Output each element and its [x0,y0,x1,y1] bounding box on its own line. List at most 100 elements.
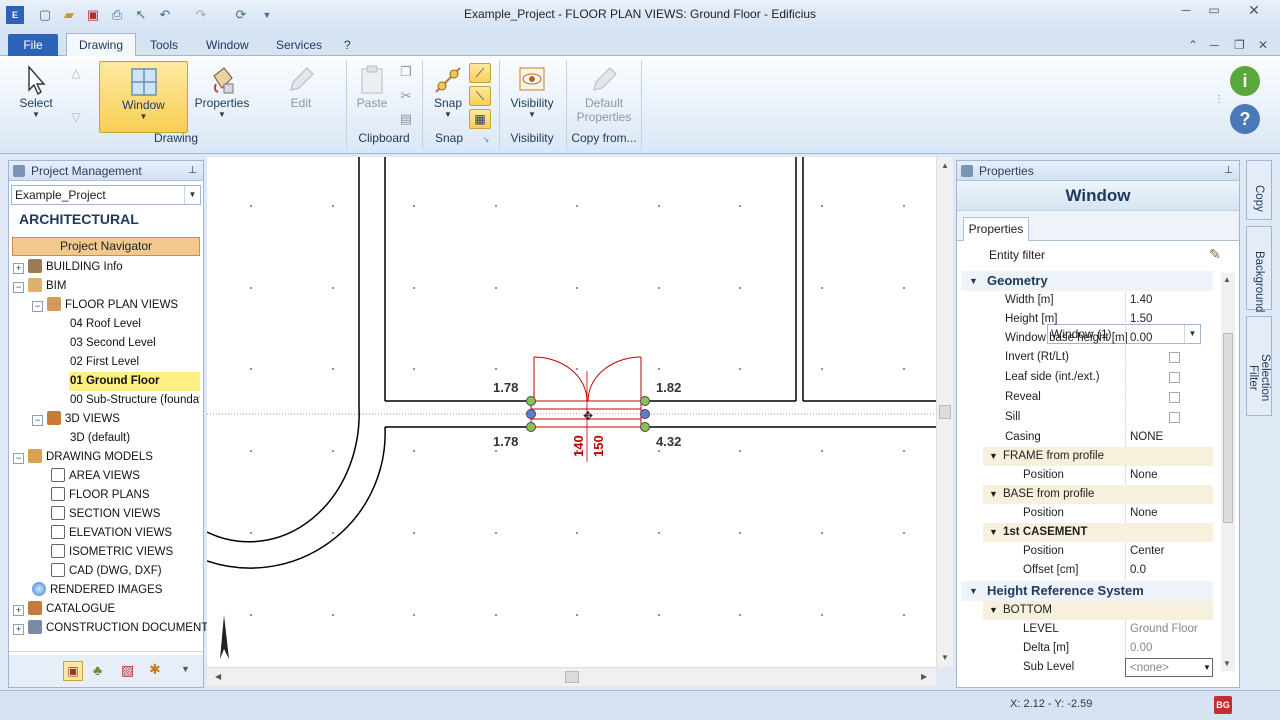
subsection-base[interactable]: ▼ BASE from profile [983,485,1213,504]
mdi-restore-icon[interactable]: ❐ [1226,34,1253,56]
filter-edit-icon[interactable]: ✎ [1209,246,1221,263]
prop-delta[interactable]: Delta [m] 0.00 [959,639,1211,658]
tree-item-floor-plans[interactable]: FLOOR PLANS [51,486,150,505]
maximize-button[interactable]: ▭ [1200,1,1228,19]
scroll-up-icon[interactable]: △ [66,66,86,80]
prop-value[interactable]: None [1125,466,1213,485]
collapse-icon[interactable]: − [32,415,43,426]
collapse-arrow-icon[interactable]: ▼ [989,601,998,620]
collapse-icon[interactable]: − [32,301,43,312]
floor-plan-drawing[interactable]: ✥ 1.78 1.82 1.78 4.32 140 150 [207,157,936,667]
prop-offset[interactable]: Offset [cm] 0.0 [959,561,1211,580]
tree-item-rendered-images[interactable]: RENDERED IMAGES [32,581,162,600]
window-grips[interactable]: ✥ [526,396,650,432]
scroll-down-arrow-icon[interactable]: ▼ [1223,659,1231,668]
tree-item-bim[interactable]: − BIM [13,277,66,296]
collapse-arrow-icon[interactable]: ▼ [969,271,978,291]
prop-casement-position[interactable]: Position Center [959,542,1211,561]
pin-icon[interactable]: ⊥ [1224,161,1233,181]
visibility-button[interactable]: Visibility ▼ [504,64,560,119]
tree-item-second-level[interactable]: 03 Second Level [70,334,156,353]
default-properties-button[interactable]: Default Properties [572,64,636,124]
chevron-down-icon[interactable]: ▼ [184,186,200,204]
tree-item-construction-documents[interactable]: + CONSTRUCTION DOCUMENTS [13,619,216,638]
leaf-side-checkbox[interactable] [1169,372,1180,383]
prop-leaf-side[interactable]: Leaf side (int./ext.) [959,368,1211,387]
expand-icon[interactable]: + [13,263,24,274]
help-icon[interactable]: ? [1230,104,1260,134]
prop-sub-level[interactable]: Sub Level <none> ▼ [959,658,1213,677]
snap-midpoint-toggle[interactable]: ⟍ [469,86,491,106]
tab-file[interactable]: File [8,34,58,56]
tab-help[interactable]: ? [336,34,359,56]
settings-tool-icon[interactable]: ✱ [149,661,161,678]
scroll-up-arrow-icon[interactable]: ▲ [1223,275,1231,284]
prop-frame-position[interactable]: Position None [959,466,1211,485]
prop-value[interactable]: NONE [1125,428,1213,447]
prop-value[interactable]: None [1125,504,1213,523]
section-geometry[interactable]: ▼ Geometry [961,271,1213,291]
collapse-icon[interactable]: − [13,453,24,464]
window-button[interactable]: Window ▼ [99,61,188,133]
section-height-reference[interactable]: ▼ Height Reference System [961,581,1213,601]
paste-button[interactable]: Paste [352,64,392,110]
select-button[interactable]: Select ▼ [10,64,62,128]
pin-icon[interactable]: ⊥ [188,161,197,181]
prop-base-position[interactable]: Position None [959,504,1211,523]
prop-level[interactable]: LEVEL Ground Floor [959,620,1211,639]
toolbar-dropdown-icon[interactable]: ▼ [181,664,190,674]
tree-item-3d-views[interactable]: − 3D VIEWS [32,410,120,429]
edit-button[interactable]: Edit [272,64,330,110]
mdi-minimize-icon[interactable]: ─ [1202,34,1227,56]
side-tab-selection-filter[interactable]: Selection Filter [1246,316,1272,416]
background-toggle-icon[interactable]: BG [1214,696,1232,714]
prop-value[interactable]: 1.50 [1125,310,1213,329]
collapse-arrow-icon[interactable]: ▼ [969,581,978,601]
tree-item-section-views[interactable]: SECTION VIEWS [51,505,160,524]
tree-item-sub-structure[interactable]: 00 Sub-Structure (foundat [70,391,200,410]
tree-item-drawing-models[interactable]: − DRAWING MODELS [13,448,153,467]
prop-value[interactable]: 0.00 [1125,639,1213,658]
scroll-up-arrow-icon[interactable]: ▲ [941,161,949,170]
horizontal-scrollbar[interactable]: ◀ ▶ [207,667,936,686]
minimize-button[interactable]: ─ [1172,1,1200,19]
tree-item-first-level[interactable]: 02 First Level [70,353,139,372]
prop-value[interactable]: 0.0 [1125,561,1213,580]
tree-item-cad[interactable]: CAD (DWG, DXF) [51,562,162,581]
walls[interactable] [207,157,936,569]
scroll-right-arrow-icon[interactable]: ▶ [921,672,927,681]
scroll-left-arrow-icon[interactable]: ◀ [215,672,221,681]
info-icon[interactable]: i [1230,66,1260,96]
tree-item-floor-plan-views[interactable]: − FLOOR PLAN VIEWS [32,296,178,315]
prop-value[interactable]: 0.00 [1125,329,1213,348]
side-tab-copy[interactable]: Copy [1246,160,1272,220]
expand-icon[interactable]: + [13,624,24,635]
snap-endpoint-toggle[interactable]: ⟋ [469,63,491,83]
project-select[interactable]: Example_Project ▼ [11,185,201,205]
tree-item-area-views[interactable]: AREA VIEWS [51,467,140,486]
docs-tool-icon[interactable]: ▨ [121,662,134,679]
invert-checkbox[interactable] [1169,352,1180,363]
close-button[interactable]: ✕ [1234,1,1274,19]
properties-button[interactable]: Properties ▼ [192,64,252,119]
prop-width[interactable]: Width [m] 1.40 [959,291,1211,310]
prop-invert[interactable]: Invert (Rt/Lt) [959,348,1211,367]
chevron-down-icon[interactable]: ▼ [1203,658,1211,677]
project-tool-icon[interactable]: ▣ [63,661,83,681]
tree-item-catalogue[interactable]: + CATALOGUE [13,600,115,619]
prop-window-base-height[interactable]: Window base height [m] 0.00 [959,329,1211,348]
tab-services[interactable]: Services [268,34,330,56]
properties-scroll-thumb[interactable] [1223,333,1233,523]
tree-item-isometric-views[interactable]: ISOMETRIC VIEWS [51,543,173,562]
drawing-canvas[interactable]: ✥ 1.78 1.82 1.78 4.32 140 150 [207,157,936,667]
vertical-scroll-thumb[interactable] [939,405,951,419]
properties-scrollbar[interactable]: ▲ ▼ [1221,273,1235,671]
tree-item-roof-level[interactable]: 04 Roof Level [70,315,141,334]
collapse-arrow-icon[interactable]: ▼ [989,485,998,504]
prop-value[interactable]: 1.40 [1125,291,1213,310]
catalogue-tool-icon[interactable]: ♣ [93,662,102,678]
tree-item-ground-floor[interactable]: 01 Ground Floor [69,372,200,391]
prop-sill[interactable]: Sill [959,408,1211,427]
snap-grid-toggle[interactable]: ▦ [469,109,491,129]
tab-window[interactable]: Window [198,34,257,56]
